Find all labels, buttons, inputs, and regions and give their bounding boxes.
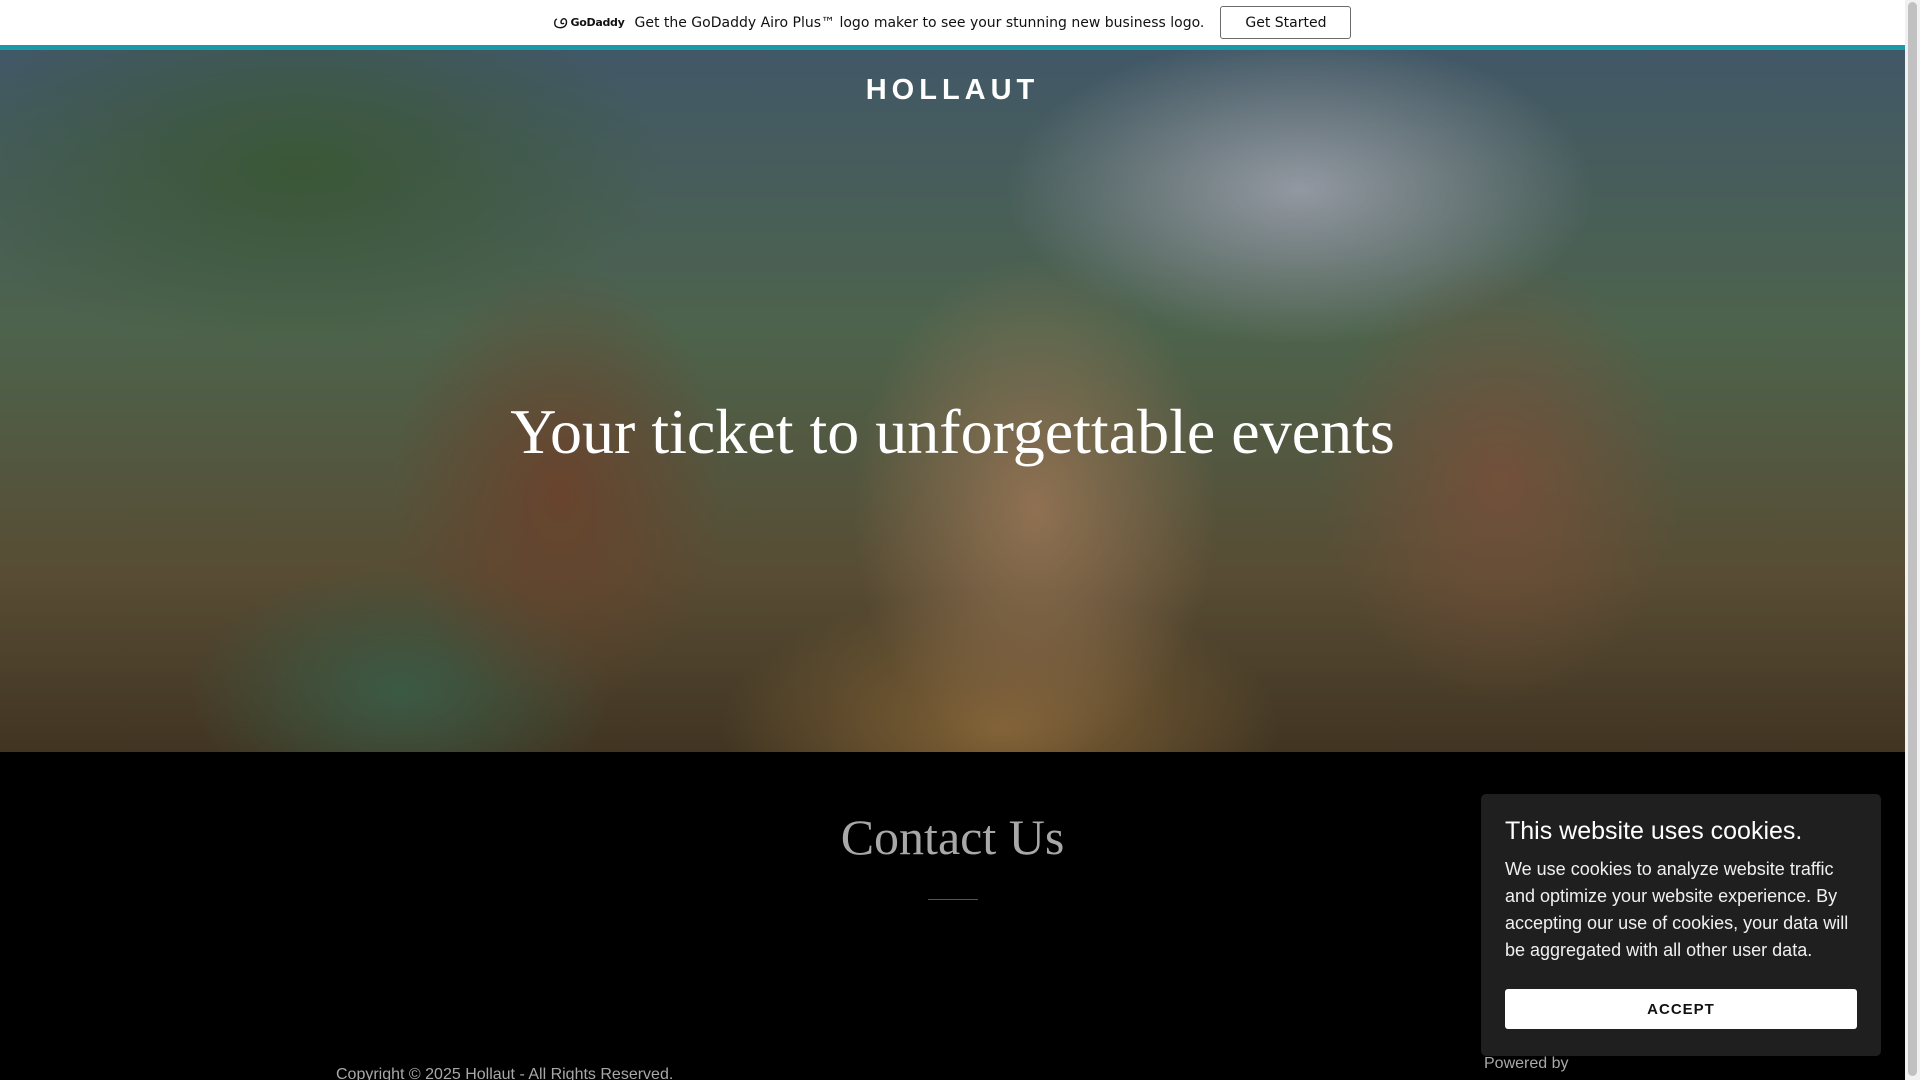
godaddy-logo: GoDaddy — [553, 16, 625, 29]
promo-message: Get the GoDaddy Airo Plus™ logo maker to… — [634, 14, 1205, 31]
promo-banner: GoDaddy Get the GoDaddy Airo Plus™ logo … — [0, 0, 1905, 45]
hero-title: Your ticket to unforgettable events — [510, 396, 1395, 467]
cookie-message: We use cookies to analyze website traffi… — [1505, 859, 1849, 960]
accept-cookies-button[interactable]: ACCEPT — [1505, 989, 1857, 1029]
scrollbar[interactable] — [1905, 0, 1920, 1080]
powered-by-text: Powered by — [1484, 1055, 1569, 1072]
scrollbar-thumb[interactable] — [1908, 2, 1917, 1076]
contact-divider — [928, 899, 978, 900]
copyright-text: Copyright © 2025 Hollaut - All Rights Re… — [336, 1066, 674, 1080]
godaddy-wordmark: GoDaddy — [570, 16, 625, 29]
site-brand[interactable]: HOLLAUT — [0, 74, 1905, 107]
hero-section: HOLLAUT Your ticket to unforgettable eve… — [0, 50, 1905, 752]
page: GoDaddy Get the GoDaddy Airo Plus™ logo … — [0, 0, 1905, 1080]
get-started-button[interactable]: Get Started — [1220, 6, 1352, 39]
godaddy-icon — [553, 17, 567, 28]
cookie-banner: This website uses cookies. We use cookie… — [1481, 794, 1881, 1056]
cookie-title: This website uses cookies. — [1505, 817, 1803, 845]
